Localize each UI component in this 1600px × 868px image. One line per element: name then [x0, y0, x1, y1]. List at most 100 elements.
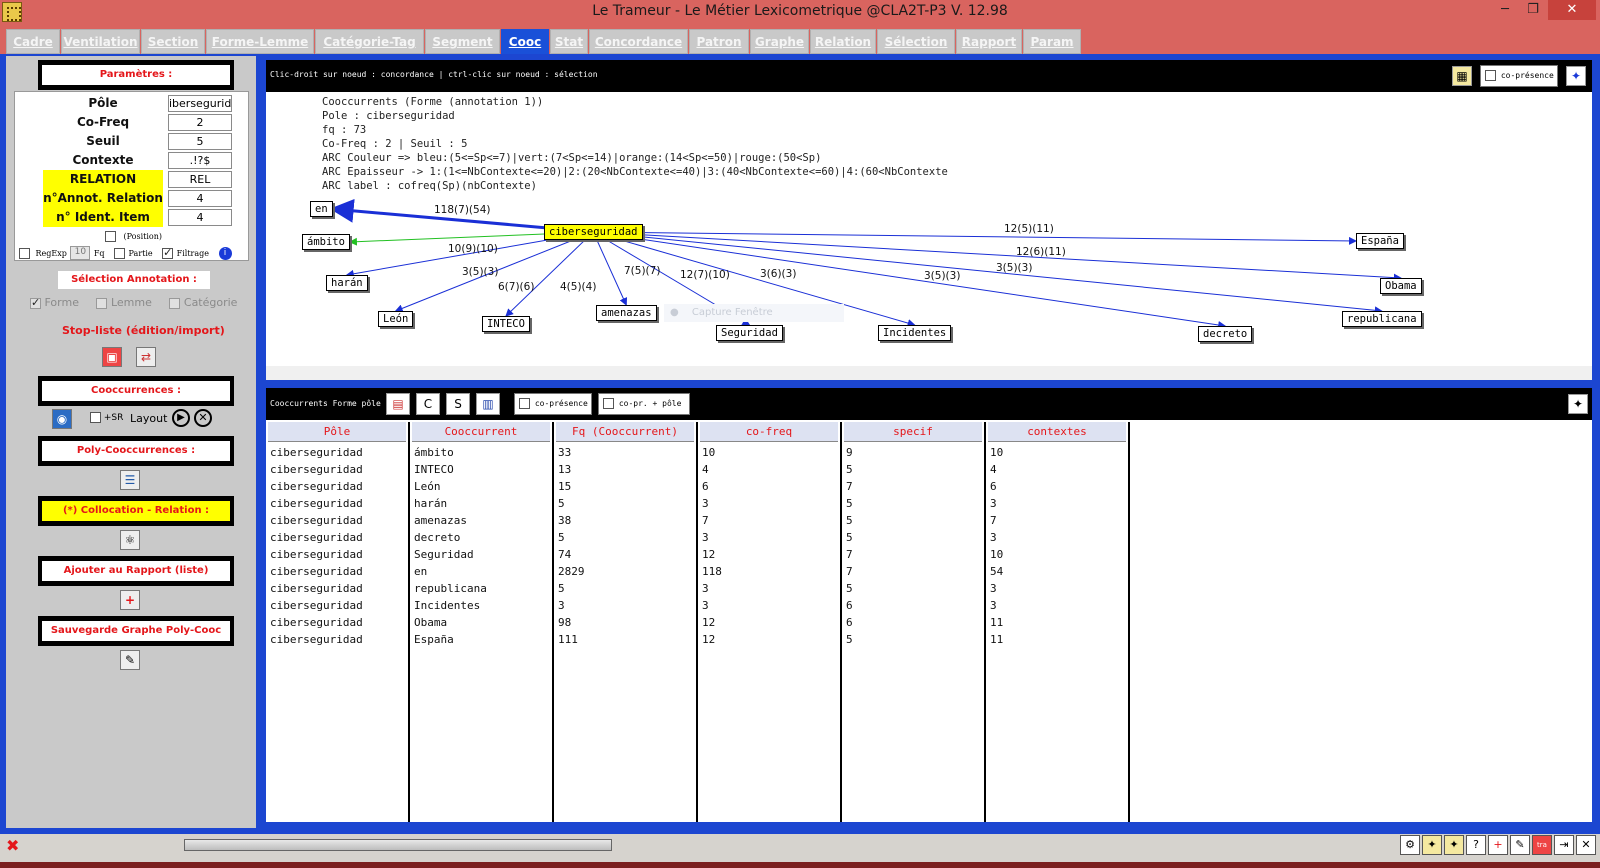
table-grid-icon[interactable]: ▥ — [476, 393, 500, 415]
cell-contextes[interactable]: 3 — [990, 599, 997, 612]
cell-contextes[interactable]: 3 — [990, 531, 997, 544]
cofreq-input[interactable]: 2 — [168, 114, 232, 131]
filtrage-checkbox[interactable] — [162, 246, 174, 259]
exit-icon[interactable]: ⇥ — [1554, 835, 1574, 855]
cell-specif[interactable]: 7 — [846, 480, 853, 493]
cell-pole[interactable]: ciberseguridad — [270, 514, 363, 527]
cell-cooccurrent[interactable]: León — [414, 480, 441, 493]
cell-cooccurrent[interactable]: harán — [414, 497, 447, 510]
status-add-icon[interactable]: + — [1488, 835, 1508, 855]
cell-cooccurrent[interactable]: decreto — [414, 531, 460, 544]
trameur-logo-icon[interactable]: tra — [1532, 835, 1552, 855]
error-icon[interactable]: ✖ — [6, 836, 19, 855]
tab-forme-lemme[interactable]: Forme-Lemme — [206, 29, 314, 54]
cell-contextes[interactable]: 11 — [990, 633, 1003, 646]
cell-cooccurrent[interactable]: Seguridad — [414, 548, 474, 561]
fq-input[interactable]: 10 — [70, 246, 91, 260]
cell-fq[interactable]: 111 — [558, 633, 578, 646]
forme-checkbox[interactable] — [30, 296, 41, 309]
cell-pole[interactable]: ciberseguridad — [270, 616, 363, 629]
export-s-icon[interactable]: S — [446, 393, 470, 415]
capture-icon[interactable]: ✦ — [1566, 66, 1586, 86]
contexte-input[interactable]: .!?$ — [168, 152, 232, 169]
export-c-icon[interactable]: C — [416, 393, 440, 415]
cell-specif[interactable]: 5 — [846, 582, 853, 595]
cell-contextes[interactable]: 11 — [990, 616, 1003, 629]
cell-specif[interactable]: 6 — [846, 599, 853, 612]
ident-item-input[interactable]: 4 — [168, 209, 232, 226]
layout-play-icon[interactable]: ▶ — [172, 409, 190, 427]
cell-cofreq[interactable]: 6 — [702, 480, 709, 493]
tab-segment[interactable]: Segment — [425, 29, 500, 54]
cell-pole[interactable]: ciberseguridad — [270, 633, 363, 646]
cell-specif[interactable]: 6 — [846, 616, 853, 629]
close-button[interactable]: ✕ — [1548, 0, 1596, 20]
cell-cofreq[interactable]: 4 — [702, 463, 709, 476]
cell-cooccurrent[interactable]: INTECO — [414, 463, 454, 476]
cell-contextes[interactable]: 3 — [990, 497, 997, 510]
node-decreto[interactable]: decreto — [1198, 326, 1253, 342]
status-edit-icon[interactable]: ✎ — [1510, 835, 1530, 855]
cell-pole[interactable]: ciberseguridad — [270, 463, 363, 476]
table-header-contextes[interactable]: contextes — [988, 422, 1126, 442]
graph-copresence-checkbox[interactable] — [1485, 70, 1496, 81]
tab-relation[interactable]: Relation — [810, 29, 876, 54]
tab-patron[interactable]: Patron — [689, 29, 749, 54]
cell-cofreq[interactable]: 3 — [702, 582, 709, 595]
cell-fq[interactable]: 5 — [558, 582, 565, 595]
status-tool-icon-1[interactable]: ⚙ — [1400, 835, 1420, 855]
cell-fq[interactable]: 13 — [558, 463, 571, 476]
cell-cofreq[interactable]: 12 — [702, 548, 715, 561]
add-report-icon[interactable]: + — [120, 590, 140, 610]
cell-contextes[interactable]: 6 — [990, 480, 997, 493]
graph-canvas[interactable]: Cooccurrents (Forme (annotation 1)) Pole… — [266, 92, 1592, 380]
tab-cadre[interactable]: Cadre — [6, 29, 60, 54]
cell-cooccurrent[interactable]: republicana — [414, 582, 487, 595]
cell-pole[interactable]: ciberseguridad — [270, 480, 363, 493]
collocation-graph-icon[interactable]: ⚛ — [120, 530, 140, 550]
tab-concordance[interactable]: Concordance — [589, 29, 688, 54]
save-graph-icon[interactable]: ✎ — [120, 650, 140, 670]
cell-fq[interactable]: 5 — [558, 531, 565, 544]
node-haran[interactable]: harán — [326, 275, 368, 291]
table-copresence-checkbox[interactable] — [519, 398, 530, 409]
cell-specif[interactable]: 5 — [846, 514, 853, 527]
poly-cooc-icon[interactable]: ☰ — [120, 470, 140, 490]
cell-cooccurrent[interactable]: ámbito — [414, 446, 454, 459]
cell-fq[interactable]: 98 — [558, 616, 571, 629]
position-checkbox[interactable] — [105, 230, 116, 242]
table-header-cooccurrent[interactable]: Cooccurrent — [412, 422, 550, 442]
table-header-cofreq[interactable]: co-freq — [700, 422, 838, 442]
copr-pole-checkbox[interactable] — [603, 398, 614, 409]
cell-fq[interactable]: 15 — [558, 480, 571, 493]
cell-cofreq[interactable]: 118 — [702, 565, 722, 578]
cell-cooccurrent[interactable]: amenazas — [414, 514, 467, 527]
partie-checkbox[interactable] — [114, 247, 126, 259]
help-icon[interactable]: ? — [1466, 835, 1486, 855]
cell-cofreq[interactable]: 3 — [702, 531, 709, 544]
cell-specif[interactable]: 5 — [846, 463, 853, 476]
maximize-button[interactable]: ❐ — [1520, 0, 1546, 20]
cell-pole[interactable]: ciberseguridad — [270, 582, 363, 595]
info-icon[interactable]: i — [218, 246, 232, 260]
cell-contextes[interactable]: 4 — [990, 463, 997, 476]
tab-graphe[interactable]: Graphe — [750, 29, 809, 54]
status-tool-icon-2[interactable]: ✦ — [1422, 835, 1442, 855]
tab-rapport[interactable]: Rapport — [956, 29, 1022, 54]
node-republicana[interactable]: republicana — [1342, 311, 1422, 327]
node-obama[interactable]: Obama — [1380, 278, 1422, 294]
cell-fq[interactable]: 74 — [558, 548, 571, 561]
grid-icon[interactable]: ▦ — [1452, 66, 1472, 86]
stoplist-import-icon[interactable]: ⇄ — [136, 347, 156, 367]
regexp-checkbox[interactable] — [19, 247, 30, 259]
cell-pole[interactable]: ciberseguridad — [270, 599, 363, 612]
node-inteco[interactable]: INTECO — [482, 316, 530, 332]
stoplist-edit-icon[interactable]: ▣ — [102, 347, 122, 367]
node-seguridad[interactable]: Seguridad — [716, 325, 783, 341]
layout-stop-icon[interactable]: ✕ — [194, 409, 212, 427]
cell-fq[interactable]: 2829 — [558, 565, 585, 578]
cell-specif[interactable]: 7 — [846, 548, 853, 561]
cell-cofreq[interactable]: 3 — [702, 497, 709, 510]
cell-specif[interactable]: 5 — [846, 633, 853, 646]
cell-specif[interactable]: 7 — [846, 565, 853, 578]
